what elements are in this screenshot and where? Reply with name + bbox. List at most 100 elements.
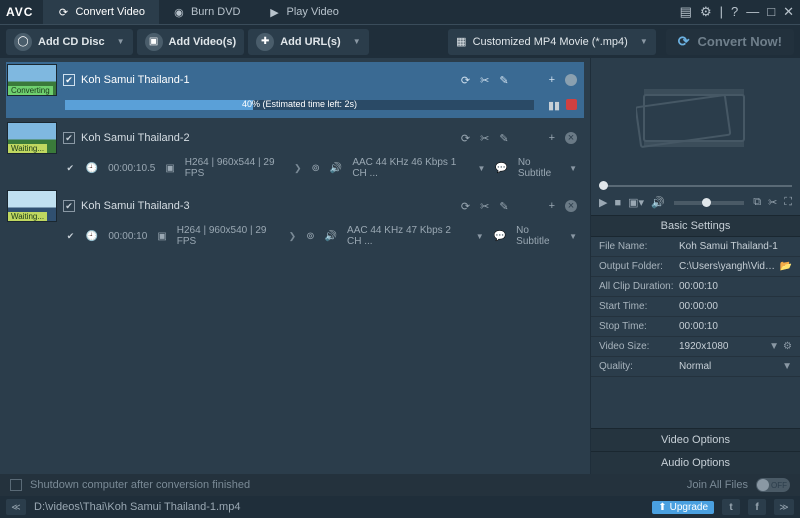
- pause-button[interactable]: ▮▮: [548, 99, 560, 111]
- chevron-down-icon[interactable]: ▼: [353, 37, 361, 46]
- setting-row-videosize: Video Size:1920x1080▼⚙: [591, 337, 800, 357]
- output-value[interactable]: C:\Users\yangh\Videos...: [679, 261, 776, 272]
- add-icon[interactable]: +: [549, 200, 555, 213]
- status-badge: Converting: [8, 86, 53, 95]
- codec-info: H264 | 960x540 | 29 FPS: [177, 225, 279, 247]
- button-label: Add CD Disc: [38, 36, 105, 48]
- tab-play-video[interactable]: ▶ Play Video: [255, 0, 353, 24]
- cut-icon[interactable]: ✂: [480, 132, 489, 145]
- target-icon: ⊚: [311, 163, 319, 174]
- audio-dropdown[interactable]: AAC 44 KHz 46 Kbps 1 CH ...▼: [352, 157, 485, 179]
- chevron-right-icon[interactable]: ❯: [294, 163, 302, 174]
- timeline-slider[interactable]: [599, 178, 792, 194]
- add-urls-button[interactable]: ✚ Add URL(s) ▼: [248, 29, 368, 55]
- menu-icon[interactable]: ▤: [680, 4, 692, 20]
- chevron-down-icon[interactable]: ▼: [769, 341, 779, 352]
- filmstrip-icon: [636, 83, 756, 153]
- volume-icon[interactable]: 🔊: [651, 196, 665, 209]
- checkbox[interactable]: ✔: [63, 200, 75, 212]
- shutdown-checkbox[interactable]: [10, 479, 22, 491]
- remove-icon[interactable]: ×: [565, 132, 577, 144]
- divider: |: [720, 4, 723, 20]
- play-button[interactable]: ▶: [599, 196, 607, 209]
- cut-icon[interactable]: ✂: [480, 200, 489, 213]
- edit-icon[interactable]: ✎: [499, 74, 508, 87]
- video-icon: ▣: [165, 163, 174, 174]
- cut-icon[interactable]: ✂: [480, 74, 489, 87]
- tab-label: Play Video: [287, 6, 339, 18]
- disc-icon: ◉: [173, 6, 185, 18]
- next-button[interactable]: ≫: [774, 499, 794, 515]
- chevron-down-icon[interactable]: ▼: [117, 37, 125, 46]
- button-label: Convert Now!: [698, 34, 783, 49]
- tab-convert-video[interactable]: ⟳ Convert Video: [43, 0, 159, 24]
- quality-dropdown[interactable]: Normal: [679, 361, 778, 372]
- fullscreen-icon[interactable]: ⛶: [784, 196, 792, 209]
- progress-bar: 40% (Estimated time left: 2s): [65, 100, 534, 110]
- list-item[interactable]: Waiting... ✔ Koh Samui Thailand-3 ⟳ ✂ ✎ …: [6, 188, 584, 254]
- film-icon: ▦: [456, 35, 466, 48]
- folder-icon[interactable]: 📂: [780, 261, 792, 272]
- subtitle-icon: 💬: [495, 163, 507, 174]
- globe-add-icon: ✚: [256, 33, 274, 51]
- speaker-icon: 🔊: [325, 231, 337, 242]
- list-item[interactable]: Waiting... ✔ Koh Samui Thailand-2 ⟳ ✂ ✎ …: [6, 120, 584, 186]
- videosize-dropdown[interactable]: 1920x1080: [679, 341, 765, 352]
- item-title: Koh Samui Thailand-3: [81, 200, 455, 212]
- minimize-icon[interactable]: —: [746, 4, 759, 20]
- target-icon: ⊚: [306, 231, 314, 242]
- stop-time-value[interactable]: 00:00:10: [679, 321, 792, 332]
- stop-button[interactable]: ■: [614, 197, 621, 209]
- close-icon[interactable]: ✕: [783, 4, 794, 20]
- add-icon[interactable]: +: [549, 74, 555, 87]
- chevron-right-icon[interactable]: ❯: [289, 231, 297, 242]
- remove-icon[interactable]: ×: [565, 200, 577, 212]
- join-files-label: Join All Files: [687, 479, 748, 491]
- gear-icon[interactable]: ⚙: [783, 341, 792, 352]
- duration: 00:00:10: [108, 231, 147, 242]
- add-icon[interactable]: +: [549, 132, 555, 145]
- thumbnail: Waiting...: [7, 122, 57, 154]
- filename-value[interactable]: Koh Samui Thailand-1: [679, 241, 792, 252]
- thumbnail: Converting: [7, 64, 57, 96]
- twitter-button[interactable]: t: [722, 499, 740, 515]
- join-files-toggle[interactable]: OFF: [756, 478, 790, 492]
- checkbox[interactable]: ✔: [63, 74, 75, 86]
- maximize-icon[interactable]: □: [767, 4, 775, 20]
- side-panel: ▶ ■ ▣▾ 🔊 ⧉ ✂ ⛶ Basic Settings File Name:…: [590, 58, 800, 474]
- convert-now-button[interactable]: ⟳ Convert Now!: [666, 29, 794, 55]
- subtitle-dropdown[interactable]: No Subtitle▼: [518, 157, 577, 179]
- checkbox[interactable]: ✔: [63, 132, 75, 144]
- audio-options-button[interactable]: Audio Options: [591, 451, 800, 474]
- preview-area: [591, 58, 800, 178]
- refresh-icon[interactable]: ⟳: [461, 132, 470, 145]
- cut-icon[interactable]: ✂: [768, 196, 777, 209]
- stop-button[interactable]: [566, 99, 577, 110]
- prev-button[interactable]: ≪: [6, 499, 26, 515]
- audio-dropdown[interactable]: AAC 44 KHz 47 Kbps 2 CH ...▼: [347, 225, 484, 247]
- settings-header: Basic Settings: [591, 215, 800, 237]
- edit-icon[interactable]: ✎: [499, 132, 508, 145]
- list-item[interactable]: Converting ✔ Koh Samui Thailand-1 ⟳ ✂ ✎ …: [6, 62, 584, 118]
- refresh-icon[interactable]: ⟳: [461, 74, 470, 87]
- snapshot-button[interactable]: ▣▾: [628, 196, 644, 209]
- help-icon[interactable]: ?: [731, 4, 738, 20]
- volume-slider[interactable]: [674, 201, 744, 205]
- refresh-icon[interactable]: ⟳: [461, 200, 470, 213]
- video-options-button[interactable]: Video Options: [591, 428, 800, 451]
- facebook-button[interactable]: f: [748, 499, 766, 515]
- profile-label: Customized MP4 Movie (*.mp4): [473, 36, 628, 48]
- add-cd-disc-button[interactable]: ◯ Add CD Disc ▼: [6, 29, 133, 55]
- status-badge: Waiting...: [8, 144, 47, 153]
- add-videos-button[interactable]: ▣ Add Video(s): [137, 29, 245, 55]
- tab-burn-dvd[interactable]: ◉ Burn DVD: [159, 0, 255, 24]
- output-profile-dropdown[interactable]: ▦ Customized MP4 Movie (*.mp4) ▼: [448, 29, 656, 55]
- chevron-down-icon[interactable]: ▼: [782, 361, 792, 372]
- remove-icon[interactable]: [565, 74, 577, 86]
- file-path: D:\videos\Thai\Koh Samui Thailand-1.mp4: [34, 501, 240, 513]
- start-time-value[interactable]: 00:00:00: [679, 301, 792, 312]
- gear-icon[interactable]: ⚙: [700, 4, 712, 20]
- edit-icon[interactable]: ✎: [499, 200, 508, 213]
- subtitle-dropdown[interactable]: No Subtitle▼: [516, 225, 577, 247]
- crop-icon[interactable]: ⧉: [753, 196, 761, 209]
